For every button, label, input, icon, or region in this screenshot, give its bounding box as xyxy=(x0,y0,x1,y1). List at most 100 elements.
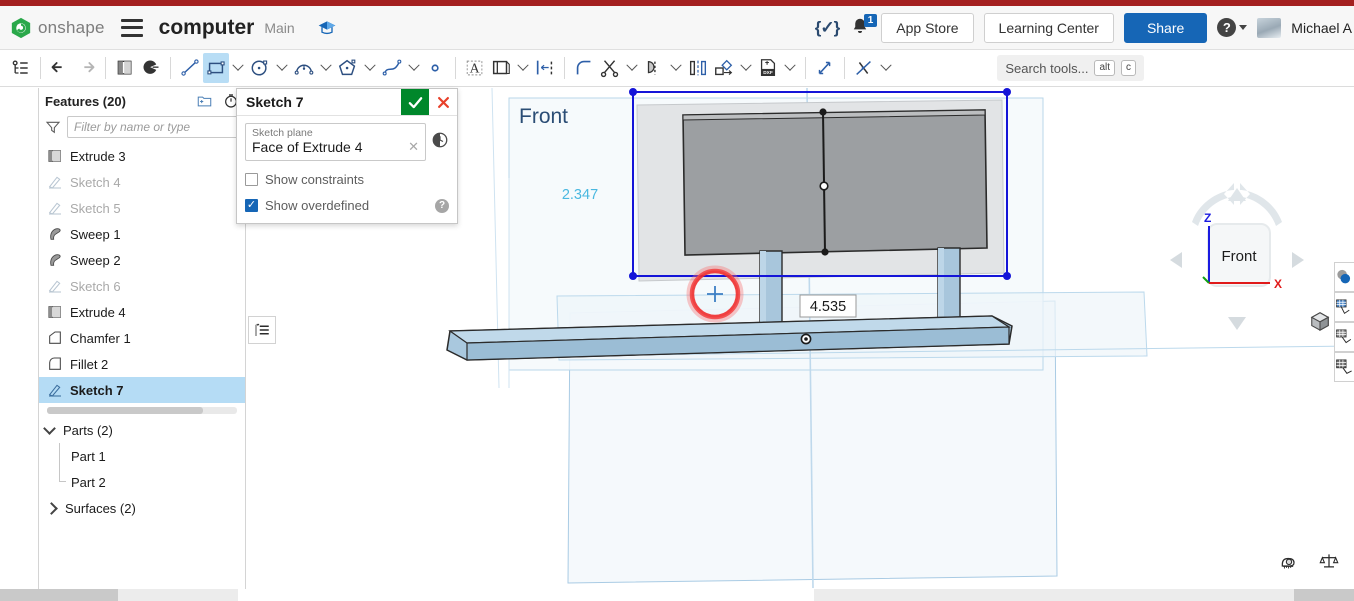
search-shortcut-key: c xyxy=(1121,60,1136,76)
feature-label: Sweep 2 xyxy=(70,253,121,268)
rectangle-tool-chevron-down-icon[interactable] xyxy=(229,54,247,82)
share-button[interactable]: Share xyxy=(1124,13,1207,43)
line-tool-icon[interactable] xyxy=(177,53,203,83)
trim-tool-icon[interactable] xyxy=(597,53,623,83)
construction-tool-icon[interactable] xyxy=(812,53,838,83)
constraint-tool-chevron-down-icon[interactable] xyxy=(877,54,895,82)
document-title[interactable]: computer xyxy=(159,16,255,40)
avatar[interactable] xyxy=(1257,18,1281,38)
search-tools-input[interactable]: Search tools... alt c xyxy=(997,55,1144,81)
offset-tool-chevron-down-icon[interactable] xyxy=(514,54,532,82)
constraint-tool-icon[interactable] xyxy=(851,53,877,83)
hamburger-menu-icon[interactable] xyxy=(121,19,143,37)
feature-item-sweep-2[interactable]: Sweep 2 xyxy=(39,247,245,273)
selection-handle-tr xyxy=(1003,88,1011,96)
feature-item-sketch-4[interactable]: Sketch 4 xyxy=(39,169,245,195)
help-menu[interactable]: ? xyxy=(1217,18,1247,37)
sketch-plane-value: Face of Extrude 4 xyxy=(252,139,408,155)
graduation-cap-icon[interactable] xyxy=(317,18,337,38)
help-question-icon[interactable]: ? xyxy=(435,199,449,213)
tab-bar-segment-right[interactable] xyxy=(814,589,1294,601)
extrude-icon xyxy=(47,304,63,320)
mass-properties-icon[interactable] xyxy=(1318,551,1340,576)
feature-filter-input[interactable] xyxy=(67,116,239,138)
text-tool-icon[interactable]: A xyxy=(462,53,488,83)
show-overdefined-checkbox[interactable]: ✓ xyxy=(245,199,258,212)
feature-item-sweep-1[interactable]: Sweep 1 xyxy=(39,221,245,247)
bottom-tab-bar[interactable] xyxy=(0,589,1354,601)
undo-icon[interactable] xyxy=(47,53,73,83)
show-constraints-checkbox[interactable] xyxy=(245,173,258,186)
add-folder-icon[interactable] xyxy=(196,94,213,109)
feature-item-extrude-4[interactable]: Extrude 4 xyxy=(39,299,245,325)
rectangle-tool-icon[interactable] xyxy=(203,53,229,83)
learning-center-button[interactable]: Learning Center xyxy=(984,13,1114,43)
feature-item-sketch-7[interactable]: Sketch 7 xyxy=(39,377,245,403)
transform-tool-icon[interactable] xyxy=(711,53,737,83)
chamfer-icon xyxy=(47,330,63,346)
centerline-endpoint-bottom xyxy=(821,248,828,255)
circle-tool-icon[interactable] xyxy=(247,53,273,83)
chevron-down-icon xyxy=(1239,25,1247,30)
dxf-tool-chevron-down-icon[interactable] xyxy=(781,54,799,82)
sketch-section-icon[interactable] xyxy=(138,53,164,83)
trim-tool-chevron-down-icon[interactable] xyxy=(623,54,641,82)
feature-item-sketch-5[interactable]: Sketch 5 xyxy=(39,195,245,221)
help-question-icon: ? xyxy=(1217,18,1236,37)
mirror-tool-icon[interactable] xyxy=(685,53,711,83)
sketch-copy-icon[interactable] xyxy=(112,53,138,83)
extend-tool-chevron-down-icon[interactable] xyxy=(667,54,685,82)
arc-tool-icon[interactable] xyxy=(291,53,317,83)
part-item-2[interactable]: Part 2 xyxy=(39,469,245,495)
surfaces-group-header[interactable]: Surfaces (2) xyxy=(39,495,245,521)
spline-tool-icon[interactable] xyxy=(379,53,405,83)
feature-item-sketch-6[interactable]: Sketch 6 xyxy=(39,273,245,299)
polygon-tool-chevron-down-icon[interactable] xyxy=(361,54,379,82)
sketch-panel-toggle-icon[interactable] xyxy=(248,316,276,344)
dxf-import-icon[interactable]: DXF xyxy=(755,53,781,83)
feature-item-extrude-3[interactable]: Extrude 3 xyxy=(39,143,245,169)
feature-item-fillet-2[interactable]: Fillet 2 xyxy=(39,351,245,377)
monitor-screen xyxy=(683,110,987,255)
feature-tree-scrollbar[interactable] xyxy=(47,407,237,414)
featurescript-icon[interactable]: {✓} xyxy=(815,18,839,38)
branch-name[interactable]: Main xyxy=(264,20,294,36)
sketch-icon xyxy=(47,278,63,294)
tab-bar-segment-left[interactable] xyxy=(118,589,238,601)
parts-group-header[interactable]: Parts (2) xyxy=(39,417,245,443)
extend-tool-icon[interactable] xyxy=(641,53,667,83)
part-item-1[interactable]: Part 1 xyxy=(39,443,245,469)
transform-tool-chevron-down-icon[interactable] xyxy=(737,54,755,82)
user-name-label[interactable]: Michael A xyxy=(1291,20,1352,36)
measure-tape-icon[interactable] xyxy=(1278,551,1300,576)
filter-funnel-icon[interactable] xyxy=(45,119,61,135)
app-store-button[interactable]: App Store xyxy=(881,13,973,43)
offset-tool-icon[interactable] xyxy=(488,53,514,83)
dimension-tool-icon[interactable] xyxy=(532,53,558,83)
redo-icon[interactable] xyxy=(73,53,99,83)
show-constraints-row[interactable]: Show constraints xyxy=(245,172,449,187)
arc-tool-chevron-down-icon[interactable] xyxy=(317,54,335,82)
sketch-plane-field[interactable]: Sketch plane Face of Extrude 4 ✕ xyxy=(245,123,426,161)
feature-item-chamfer-1[interactable]: Chamfer 1 xyxy=(39,325,245,351)
appearance-panel-icon[interactable] xyxy=(1334,262,1354,292)
onshape-logo[interactable]: onshape xyxy=(10,17,105,39)
show-overdefined-row[interactable]: ✓ Show overdefined ? xyxy=(245,198,449,213)
sketch-cancel-button[interactable] xyxy=(429,89,457,115)
render-panel-icon[interactable] xyxy=(1334,352,1354,382)
assembly-panel-icon[interactable] xyxy=(1334,322,1354,352)
notification-bell-icon[interactable]: 1 xyxy=(849,16,871,40)
display-states-panel-icon[interactable] xyxy=(1334,292,1354,322)
fillet-tool-icon[interactable] xyxy=(571,53,597,83)
spline-tool-chevron-down-icon[interactable] xyxy=(405,54,423,82)
feature-list-icon[interactable] xyxy=(8,53,34,83)
polygon-tool-icon[interactable] xyxy=(335,53,361,83)
part-label: Part 1 xyxy=(71,449,106,464)
clock-history-icon[interactable] xyxy=(431,131,449,149)
clear-x-icon[interactable]: ✕ xyxy=(408,139,419,155)
circle-tool-chevron-down-icon[interactable] xyxy=(273,54,291,82)
point-tool-icon[interactable] xyxy=(423,53,449,83)
sketch-confirm-button[interactable] xyxy=(401,89,429,115)
toolbar-divider xyxy=(844,57,845,79)
tab-bar-segment-active[interactable] xyxy=(238,589,814,601)
